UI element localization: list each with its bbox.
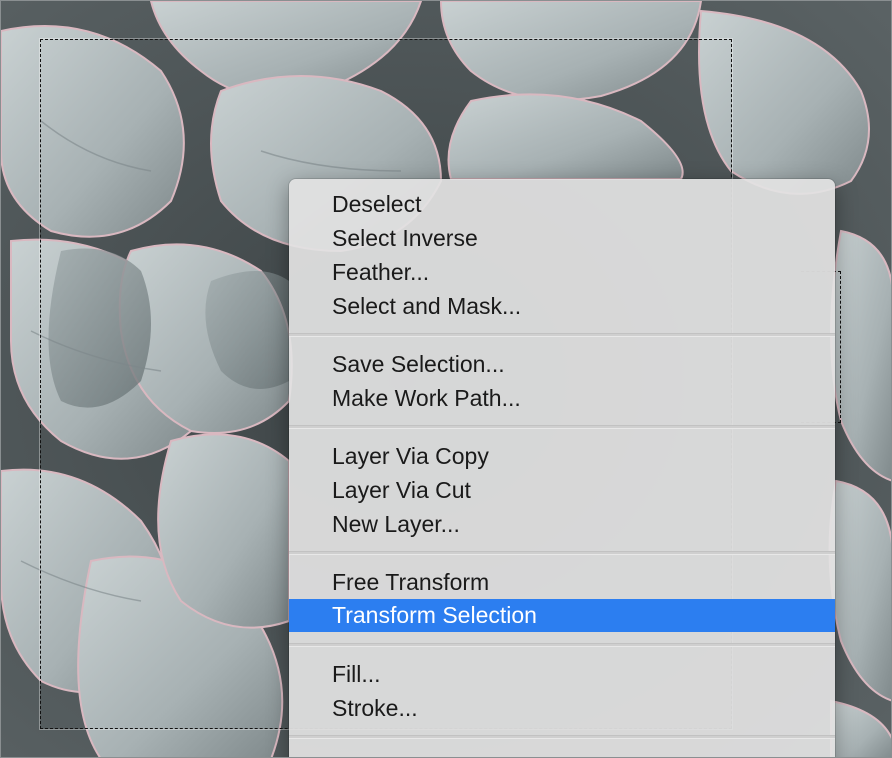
- menu-item-deselect[interactable]: Deselect: [289, 188, 835, 221]
- menu-separator: [289, 551, 835, 555]
- menu-item-save-selection[interactable]: Save Selection...: [289, 348, 835, 381]
- menu-separator: [289, 333, 835, 337]
- menu-item-select-and-mask[interactable]: Select and Mask...: [289, 290, 835, 323]
- document-canvas[interactable]: Deselect Select Inverse Feather... Selec…: [0, 0, 892, 758]
- menu-item-layer-via-cut[interactable]: Layer Via Cut: [289, 474, 835, 507]
- menu-item-stroke[interactable]: Stroke...: [289, 692, 835, 725]
- menu-item-feather[interactable]: Feather...: [289, 256, 835, 289]
- menu-item-transform-selection[interactable]: Transform Selection: [289, 599, 835, 632]
- menu-separator: [289, 425, 835, 429]
- context-menu[interactable]: Deselect Select Inverse Feather... Selec…: [289, 179, 835, 757]
- menu-item-free-transform[interactable]: Free Transform: [289, 566, 835, 599]
- menu-item-fill[interactable]: Fill...: [289, 658, 835, 691]
- menu-separator: [289, 643, 835, 647]
- menu-separator: [289, 735, 835, 739]
- menu-item-new-layer[interactable]: New Layer...: [289, 508, 835, 541]
- menu-item-layer-via-copy[interactable]: Layer Via Copy: [289, 440, 835, 473]
- menu-item-make-work-path[interactable]: Make Work Path...: [289, 382, 835, 415]
- menu-item-select-inverse[interactable]: Select Inverse: [289, 222, 835, 255]
